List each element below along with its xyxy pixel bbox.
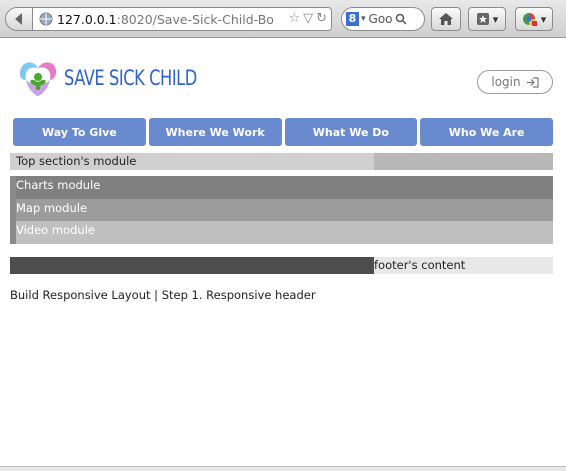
search-engine-dropdown-icon[interactable]: ▾	[361, 14, 366, 24]
site-logo[interactable]: SAVE SICK CHILD	[16, 56, 219, 100]
bookmarks-icon	[476, 13, 489, 25]
status-bar	[0, 466, 566, 471]
chevron-down-icon: ▾	[492, 12, 499, 26]
search-input[interactable]: Goo	[369, 12, 393, 26]
browser-toolbar: 127.0.0.1:8020/Save-Sick-Child-Bo ☆ ▽ ↻ …	[0, 0, 566, 38]
charts-module: Charts module	[16, 176, 553, 199]
logo-icon	[20, 62, 57, 96]
chevron-down-icon: ▾	[540, 12, 547, 26]
back-button[interactable]	[5, 7, 33, 31]
login-label: login	[491, 75, 521, 89]
nav-where-we-work[interactable]: Where We Work	[148, 118, 282, 146]
search-icon[interactable]	[395, 13, 407, 25]
addon-icon	[522, 13, 537, 26]
home-button[interactable]	[431, 7, 461, 31]
nav-what-we-do[interactable]: What We Do	[284, 118, 418, 146]
home-icon	[439, 13, 453, 25]
top-section-module: Top section's module	[10, 153, 374, 170]
nav-way-to-give[interactable]: Way To Give	[13, 118, 146, 146]
history-dropdown-icon[interactable]: ▽	[303, 11, 313, 26]
star-icon[interactable]: ☆	[288, 11, 300, 26]
search-bar[interactable]: 8 ▾ Goo	[341, 7, 425, 31]
url-path: :8020/Save-Sick-Child-Bo	[116, 11, 274, 27]
page-caption: Build Responsive Layout | Step 1. Respon…	[10, 288, 316, 302]
login-arrow-icon	[526, 76, 539, 88]
footer-block	[10, 257, 374, 274]
footer-content: footer's content	[374, 258, 466, 272]
url-bar[interactable]: 127.0.0.1:8020/Save-Sick-Child-Bo ☆ ▽ ↻	[32, 7, 332, 31]
top-section: Top section's module	[10, 153, 553, 170]
globe-icon	[39, 12, 53, 26]
addon-button[interactable]: ▾	[515, 7, 553, 31]
back-arrow-icon	[15, 13, 22, 25]
video-module: Video module	[16, 221, 553, 244]
reload-icon[interactable]: ↻	[316, 11, 327, 26]
search-engine-icon[interactable]: 8	[346, 12, 359, 26]
bookmarks-button[interactable]: ▾	[468, 7, 506, 31]
modules-container: Charts module Map module Video module	[10, 176, 553, 244]
url-host: 127.0.0.1	[57, 11, 117, 27]
login-button[interactable]: login	[477, 70, 553, 94]
nav-who-we-are[interactable]: Who We Are	[420, 118, 553, 146]
map-module: Map module	[16, 199, 553, 221]
footer: footer's content	[10, 257, 553, 274]
logo-text: SAVE SICK CHILD	[64, 66, 197, 90]
main-nav: Way To Give Where We Work What We Do Who…	[13, 118, 553, 146]
